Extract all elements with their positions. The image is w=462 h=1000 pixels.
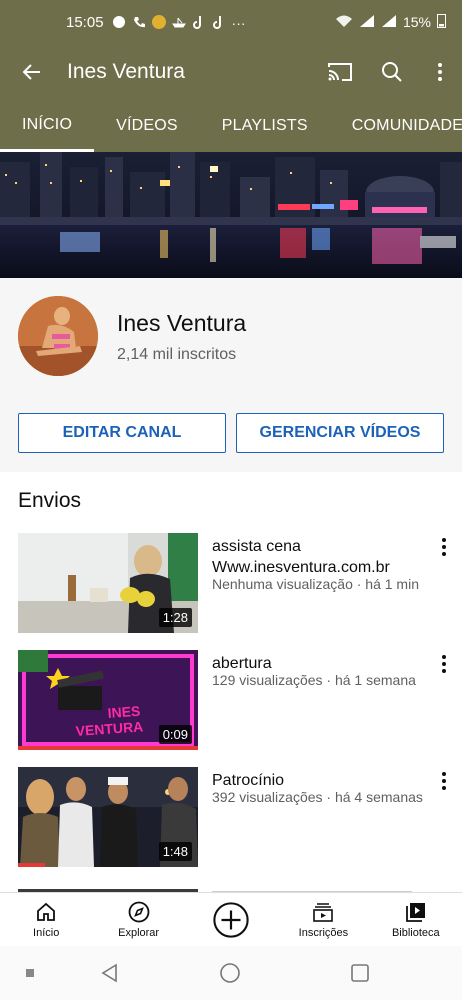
battery-text: 15% bbox=[402, 14, 431, 30]
library-icon bbox=[405, 903, 425, 922]
channel-title: Ines Ventura bbox=[67, 60, 185, 83]
tab-playlists[interactable]: PLAYLISTS bbox=[200, 100, 330, 152]
video-item[interactable]: INES VENTURA 0:09 abertura 129 visualiza… bbox=[0, 650, 462, 750]
video-menu-button[interactable] bbox=[434, 652, 454, 676]
sys-home-button[interactable] bbox=[160, 962, 300, 984]
video-menu-button[interactable] bbox=[434, 769, 454, 793]
banner-image bbox=[0, 152, 462, 278]
sys-recents-button[interactable] bbox=[300, 963, 420, 983]
tab-videos[interactable]: VÍDEOS bbox=[94, 100, 200, 152]
small-square-icon bbox=[26, 969, 34, 977]
video-menu-button[interactable] bbox=[434, 535, 454, 559]
app-badge-icon bbox=[151, 15, 166, 29]
channel-name: Ines Ventura bbox=[117, 310, 247, 336]
circle-home-icon bbox=[220, 963, 240, 983]
nav-library-label: Biblioteca bbox=[391, 927, 440, 939]
nav-explore-label: Explorar bbox=[118, 927, 160, 939]
triangle-back-icon bbox=[101, 963, 117, 983]
video-thumbnail[interactable]: 1:28 bbox=[18, 533, 198, 633]
notification-icons: ··· bbox=[112, 15, 246, 31]
video-item[interactable]: 1:28 assista cena Www.inesventura.com.br… bbox=[0, 533, 462, 633]
status-bar: 15:05 ··· 15% bbox=[0, 0, 462, 44]
video-meta: 129 visualizações · há 1 semana bbox=[212, 672, 416, 688]
video-meta: Nenhuma visualização · há 1 min bbox=[212, 576, 419, 592]
app-bar: Ines Ventura bbox=[0, 44, 462, 100]
cast-button[interactable] bbox=[314, 44, 366, 100]
status-time: 15:05 bbox=[66, 13, 104, 31]
edit-channel-button[interactable]: EDITAR CANAL bbox=[18, 413, 226, 453]
nav-library[interactable]: Biblioteca bbox=[370, 893, 462, 946]
boat-icon bbox=[171, 15, 186, 29]
channel-header: Ines Ventura 2,14 mil inscritos EDITAR C… bbox=[0, 278, 462, 472]
subscriptions-icon bbox=[313, 903, 334, 922]
more-options-button[interactable] bbox=[418, 44, 462, 100]
wifi-icon bbox=[335, 14, 353, 31]
video-title[interactable]: Patrocínio bbox=[212, 770, 437, 791]
tiktok-icon bbox=[192, 15, 206, 29]
bottom-navigation: Início Explorar Inscrições Biblioteca bbox=[0, 892, 462, 946]
video-thumbnail[interactable]: 1:48 bbox=[18, 767, 198, 867]
signal-icon bbox=[359, 14, 375, 31]
search-icon bbox=[382, 62, 402, 82]
system-navigation bbox=[0, 946, 462, 1000]
compass-icon bbox=[128, 901, 150, 923]
tab-comunidade[interactable]: COMUNIDADE bbox=[330, 100, 462, 152]
back-arrow-icon bbox=[22, 64, 40, 80]
search-button[interactable] bbox=[366, 44, 418, 100]
uploads-heading: Envios bbox=[18, 489, 82, 512]
video-meta: 392 visualizações · há 4 semanas bbox=[212, 789, 423, 805]
square-recents-icon bbox=[351, 964, 369, 982]
video-duration: 1:28 bbox=[158, 608, 192, 627]
messenger-icon bbox=[112, 15, 126, 29]
avatar[interactable] bbox=[18, 296, 98, 376]
video-duration: 0:09 bbox=[158, 725, 192, 744]
video-duration: 1:48 bbox=[158, 842, 192, 861]
manage-videos-button[interactable]: GERENCIAR VÍDEOS bbox=[236, 413, 444, 453]
video-thumbnail[interactable]: INES VENTURA 0:09 bbox=[18, 650, 198, 750]
home-icon bbox=[37, 902, 56, 921]
tab-inicio[interactable]: INÍCIO bbox=[0, 100, 95, 152]
nav-subscriptions[interactable]: Inscrições bbox=[277, 893, 369, 946]
cast-icon bbox=[328, 63, 352, 81]
next-video-partial bbox=[0, 884, 462, 892]
nav-home-label: Início bbox=[33, 927, 60, 939]
channel-tabs: INÍCIO VÍDEOS PLAYLISTS COMUNIDADE bbox=[0, 100, 462, 152]
sys-back-button[interactable] bbox=[60, 963, 160, 983]
watch-progress-bar bbox=[18, 746, 198, 750]
more-notifications-icon: ··· bbox=[231, 15, 246, 31]
subscriber-count: 2,14 mil inscritos bbox=[117, 346, 237, 363]
video-title[interactable]: assista cena Www.inesventura.com.br bbox=[212, 536, 437, 578]
nav-subscriptions-label: Inscrições bbox=[298, 927, 349, 939]
channel-banner bbox=[0, 152, 462, 278]
video-item[interactable]: 1:48 Patrocínio 392 visualizações · há 4… bbox=[0, 767, 462, 867]
nav-home[interactable]: Início bbox=[0, 893, 92, 946]
watch-progress-bar bbox=[18, 863, 45, 867]
tiktok-icon-2 bbox=[212, 15, 226, 29]
nav-create[interactable] bbox=[185, 893, 277, 946]
back-button[interactable] bbox=[0, 44, 64, 100]
battery-icon bbox=[437, 13, 446, 31]
signal-icon-2 bbox=[381, 14, 397, 31]
avatar-image bbox=[18, 296, 98, 376]
phone-icon bbox=[132, 15, 146, 29]
create-plus-icon bbox=[213, 901, 249, 938]
recent-dot-button[interactable] bbox=[0, 969, 60, 977]
nav-explore[interactable]: Explorar bbox=[92, 893, 184, 946]
video-title[interactable]: abertura bbox=[212, 653, 437, 674]
more-vert-icon bbox=[438, 63, 442, 81]
